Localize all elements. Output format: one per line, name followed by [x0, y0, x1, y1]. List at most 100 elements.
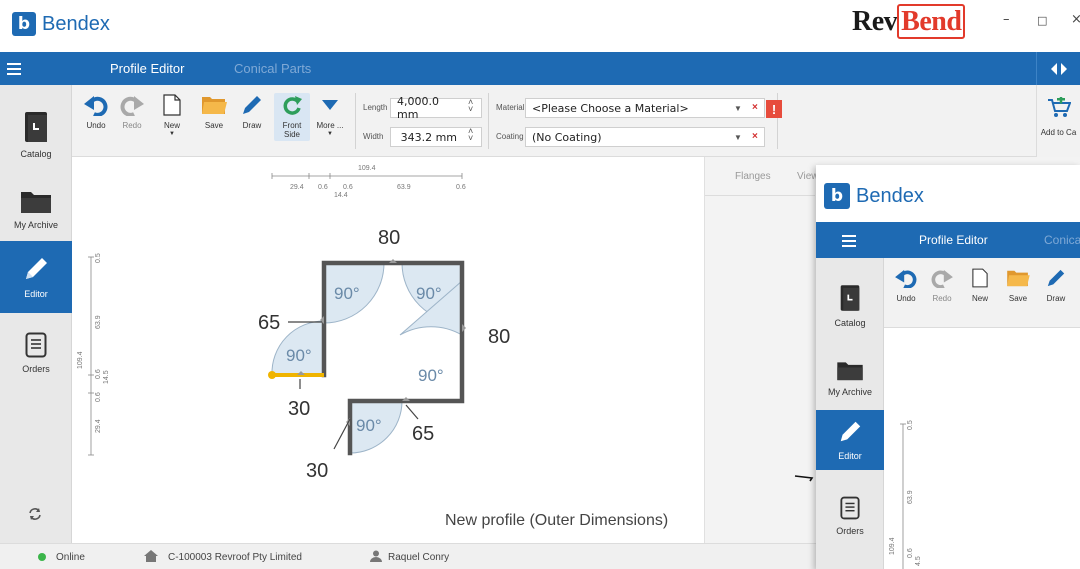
- overlay-title-bar: b Bendex: [816, 165, 1080, 222]
- overlay-ruler-label: 4.5: [915, 556, 922, 566]
- overlay-draw-label: Draw: [1046, 294, 1066, 303]
- sidebar-item-catalog[interactable]: Catalog: [0, 99, 72, 171]
- redo-icon: [931, 269, 953, 288]
- undo-icon: [84, 96, 108, 116]
- home-icon: [144, 550, 158, 565]
- overlay-draw-button[interactable]: Draw: [1038, 266, 1074, 303]
- overlay-sidebar-item-my-archive[interactable]: My Archive: [816, 342, 884, 414]
- overlay-logo-text: Bendex: [856, 184, 924, 207]
- sync-icon[interactable]: [28, 507, 42, 524]
- pencil-icon: [837, 419, 863, 447]
- flange-length-label: 80: [378, 227, 400, 249]
- save-folder-icon: [1007, 270, 1030, 287]
- front-side-button[interactable]: Front Side: [274, 93, 310, 141]
- h-ruler-seg: 63.9: [397, 184, 411, 191]
- overlay-sidebar: Catalog My Archive Editor Orders: [816, 258, 884, 569]
- undo-label: Undo: [86, 121, 106, 130]
- orders-list-icon: [840, 496, 860, 522]
- sidebar-item-my-archive[interactable]: My Archive: [0, 173, 72, 245]
- panel-toggle-icon[interactable]: [1036, 52, 1080, 85]
- overlay-redo-label: Redo: [932, 294, 952, 303]
- sidebar-item-orders[interactable]: Orders: [0, 317, 72, 389]
- material-select[interactable]: <Please Choose a Material>: [525, 98, 765, 118]
- coating-clear-icon[interactable]: ×: [752, 131, 758, 142]
- tab-conical-parts[interactable]: Conical Parts: [234, 61, 311, 76]
- logo-mark: b: [12, 12, 36, 36]
- width-stepper[interactable]: ˄ ˅: [468, 127, 473, 143]
- editor-toolbar: Undo Redo New ▼ Save Draw Front Side Mor…: [72, 85, 1036, 157]
- front-side-label-line1: Front: [282, 121, 302, 130]
- maximize-button[interactable]: □: [1037, 14, 1047, 27]
- angle-label: 90°: [286, 346, 312, 365]
- overlay-sidebar-item-orders[interactable]: Orders: [816, 480, 884, 552]
- overlay-tab-conical[interactable]: Conica: [1044, 233, 1080, 247]
- tab-flanges[interactable]: Flanges: [735, 171, 771, 182]
- catalog-book-icon: [23, 111, 49, 145]
- overlay-tab-bar: Profile Editor Conica: [816, 222, 1080, 258]
- panel-divider: [705, 195, 815, 196]
- new-button[interactable]: New ▼: [154, 93, 190, 139]
- overlay-save-label: Save: [1008, 294, 1028, 303]
- length-label: Length: [363, 103, 388, 112]
- draw-label: Draw: [242, 121, 262, 130]
- material-warning-icon[interactable]: !: [766, 100, 782, 118]
- overlay-tab-profile-editor[interactable]: Profile Editor: [919, 233, 988, 247]
- vertical-ruler: 0.5 63.9 109.4 0.6 14.5 0.6 29.4: [77, 253, 110, 456]
- length-stepper[interactable]: ˄ ˅: [468, 98, 473, 114]
- draw-pencil-icon: [243, 96, 261, 114]
- angle-label: 90°: [334, 284, 360, 303]
- minimize-button[interactable]: –: [1003, 12, 1010, 27]
- connection-status: Online: [56, 552, 85, 563]
- chevron-down-icon: ▼: [327, 131, 333, 137]
- redo-button[interactable]: Redo: [114, 93, 150, 130]
- sidebar-item-label: My Archive: [13, 220, 58, 230]
- catalog-book-icon: [839, 284, 861, 314]
- profile-drawing[interactable]: 109.4 29.4 0.6 14.4 0.6 63.9 0.6 0.5 63.…: [72, 157, 704, 543]
- secondary-window: b Bendex Profile Editor Conica Catalog M…: [816, 165, 1080, 569]
- flange-start-handle[interactable]: [268, 371, 276, 379]
- add-to-cart-button[interactable]: Add to Ca: [1036, 85, 1080, 157]
- redo-icon: [120, 96, 144, 116]
- save-label: Save: [204, 121, 224, 130]
- angle-label: 90°: [356, 416, 382, 435]
- more-button[interactable]: More ... ▼: [312, 93, 348, 139]
- angle-label: 90°: [418, 366, 444, 385]
- online-status-icon: [38, 553, 46, 561]
- overlay-sidebar-item-catalog[interactable]: Catalog: [816, 270, 884, 342]
- rotate-icon: [283, 96, 302, 115]
- logo-text: Bendex: [42, 12, 110, 35]
- coating-dropdown-icon[interactable]: ▼: [734, 133, 742, 142]
- hamburger-menu-icon[interactable]: [0, 52, 28, 85]
- overlay-new-button[interactable]: New: [962, 266, 998, 303]
- company-name: C-100003 Revroof Pty Limited: [168, 552, 302, 563]
- close-button[interactable]: ×: [1071, 12, 1080, 27]
- mouse-cursor-icon: [794, 475, 814, 482]
- overlay-undo-button[interactable]: Undo: [888, 266, 924, 303]
- material-dropdown-icon[interactable]: ▼: [734, 104, 742, 113]
- coating-select[interactable]: (No Coating): [525, 127, 765, 147]
- flange-length-label: 30: [288, 398, 310, 420]
- overlay-redo-button[interactable]: Redo: [924, 266, 960, 303]
- horizontal-ruler: 109.4 29.4 0.6 14.4 0.6 63.9 0.6: [271, 165, 466, 199]
- user-name: Raquel Conry: [388, 552, 450, 563]
- sidebar: Catalog My Archive Editor Orders: [0, 85, 72, 543]
- undo-button[interactable]: Undo: [78, 93, 114, 130]
- redo-label: Redo: [122, 121, 142, 130]
- flange-length-label: 65: [412, 423, 434, 445]
- overlay-hamburger-menu-icon[interactable]: [842, 234, 856, 252]
- drawing-canvas[interactable]: 109.4 29.4 0.6 14.4 0.6 63.9 0.6 0.5 63.…: [72, 157, 704, 543]
- sidebar-item-editor[interactable]: Editor: [0, 241, 72, 313]
- material-clear-icon[interactable]: ×: [752, 102, 758, 113]
- new-document-icon: [163, 94, 181, 116]
- user-icon: [370, 550, 382, 565]
- tab-profile-editor[interactable]: Profile Editor: [110, 61, 184, 76]
- draw-button[interactable]: Draw: [234, 93, 270, 130]
- overlay-save-button[interactable]: Save: [1000, 266, 1036, 303]
- overlay-sidebar-item-editor[interactable]: Editor: [816, 410, 884, 470]
- coating-label: Coating: [496, 132, 524, 141]
- h-ruler-total: 109.4: [358, 165, 376, 172]
- main-tab-bar: Profile Editor Conical Parts: [0, 52, 1036, 85]
- overlay-new-label: New: [971, 294, 988, 303]
- overlay-sidebar-label: Editor: [838, 451, 862, 461]
- save-button[interactable]: Save: [196, 93, 232, 130]
